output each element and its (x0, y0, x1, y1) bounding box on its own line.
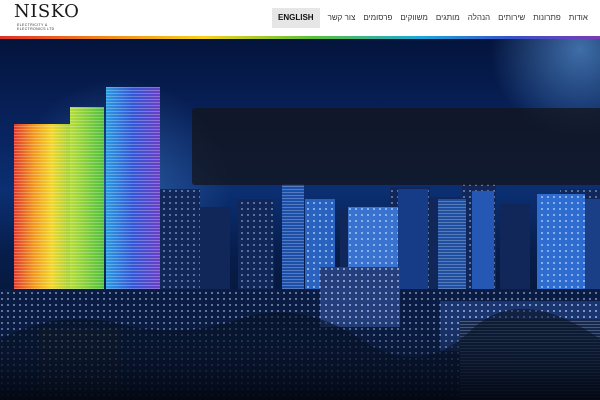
nav-item-brands[interactable]: מותגים (432, 8, 464, 28)
nav-item-distributors[interactable]: משווקים (396, 8, 431, 28)
hero-text-panel (192, 108, 600, 185)
hero-banner (0, 39, 600, 400)
logo-tagline-line2: ELECTRONICS LTD (17, 27, 55, 31)
nav-item-services[interactable]: שירותים (494, 8, 529, 28)
city-night-skyline-image (0, 39, 600, 400)
logo-wordmark: NISKO (14, 1, 80, 22)
main-nav: ENGLISH צור קשר פרסומים משווקים מותגים ה… (272, 8, 592, 28)
nav-item-contact[interactable]: צור קשר (324, 8, 360, 28)
nav-item-english[interactable]: ENGLISH (272, 8, 320, 28)
logo-tagline: ELECTRICITY & ELECTRONICS LTD (17, 23, 81, 31)
nav-item-publications[interactable]: פרסומים (359, 8, 396, 28)
nisko-logo[interactable]: NISKO ELECTRICITY & ELECTRONICS LTD (14, 1, 84, 32)
nav-item-about[interactable]: אודות (565, 8, 592, 28)
nav-item-management[interactable]: הנהלה (464, 8, 494, 28)
nav-item-solutions[interactable]: פתרונות (529, 8, 564, 28)
site-header: NISKO ELECTRICITY & ELECTRONICS LTD ENGL… (0, 0, 600, 36)
